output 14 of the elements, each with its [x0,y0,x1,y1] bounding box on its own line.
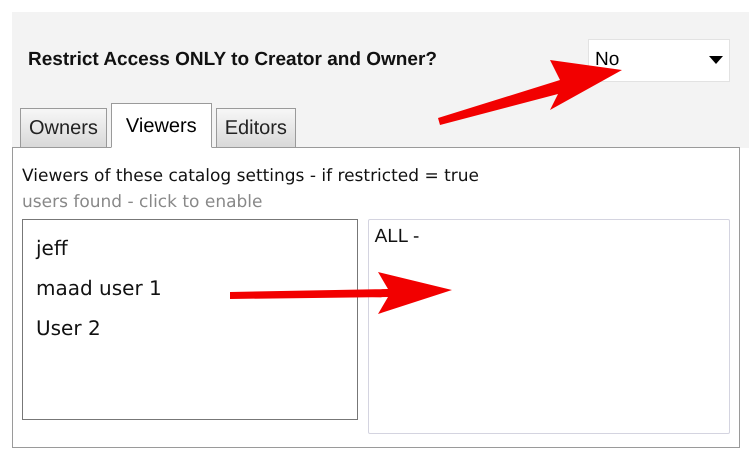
list-item[interactable]: jeff [36,228,68,268]
hint-text: users found - click to enable [22,191,264,214]
tab[interactable]: Owners [20,108,107,148]
selected-list[interactable]: ALL - [368,219,730,434]
user-list[interactable]: jeff maad user 1 User 2 [22,219,358,420]
caret-icon [709,56,723,64]
question-label: Restrict Access ONLY to Creator and Owner? [28,48,438,72]
tab[interactable]: Viewers [110,103,212,148]
list-item[interactable]: maad user 1 [36,268,162,308]
list-item[interactable]: User 2 [36,308,101,348]
list-item[interactable]: ALL - [374,224,420,250]
dropdown[interactable]: No [588,38,730,82]
panel-heading: Viewers of these catalog settings - if restricted = true [22,165,480,188]
tab[interactable]: Editors [216,108,296,148]
